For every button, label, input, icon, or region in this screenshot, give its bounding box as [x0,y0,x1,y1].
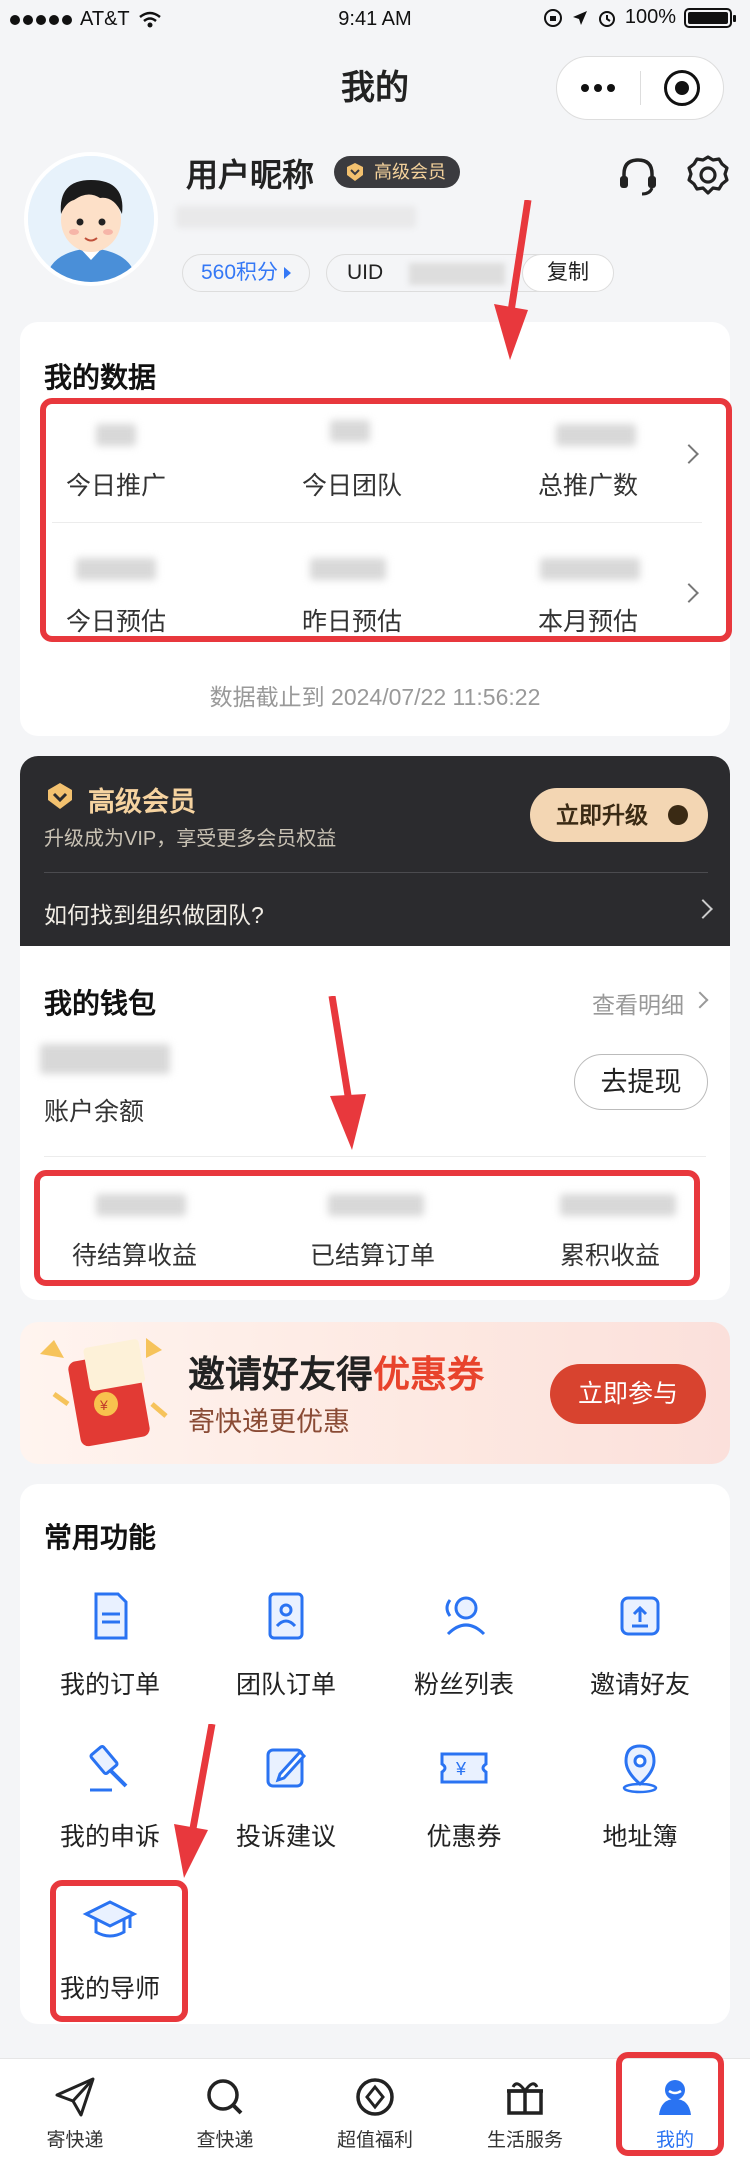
location-icon [622,1744,658,1794]
vip-title: 高级会员 [88,787,196,817]
join-now-button[interactable]: 立即参与 [550,1364,706,1424]
function-address-book[interactable]: 地址簿 [570,1740,710,1853]
upgrade-button[interactable]: 立即升级 [530,788,708,842]
invite-icon [620,1596,660,1636]
edit-icon [266,1748,307,1788]
functions-title: 常用功能 [44,1522,157,1553]
invite-title: 邀请好友得优惠券 [188,1354,484,1395]
coupon-icon: ¥ [440,1752,488,1784]
close-mini-program-icon[interactable] [641,70,724,106]
function-my-orders[interactable]: 我的订单 [40,1588,180,1701]
vip-crown-icon [347,163,363,181]
gift-icon [507,2082,543,2115]
status-bar: AT&T 9:41 AM 100% [0,0,750,40]
compass-icon [356,2078,394,2116]
send-icon [55,2077,95,2117]
function-coupons[interactable]: ¥ 优惠券 [394,1740,534,1853]
tab-send-express[interactable]: 寄快递 [0,2075,150,2152]
balance-label: 账户余额 [44,1098,145,1126]
battery-icon [684,7,736,28]
location-arrow-icon [572,10,587,25]
view-detail-link[interactable]: 查看明细 [592,986,684,1020]
invite-subtitle: 寄快递更优惠 [188,1407,350,1437]
red-envelope-icon: ¥ [40,1338,168,1447]
svg-text:¥: ¥ [99,1397,108,1413]
chevron-right-icon[interactable] [693,899,713,919]
wallet-title: 我的钱包 [44,988,157,1019]
avatar[interactable] [24,152,158,286]
mini-program-capsule [556,56,724,120]
annotation-arrow-icon [174,1724,216,1878]
tab-track-express[interactable]: 查快递 [150,2075,300,2152]
vip-subtitle: 升级成为VIP，享受更多会员权益 [44,828,337,850]
balance-amount-masked [40,1044,170,1074]
annotation-highlight-box [34,1170,700,1286]
annotation-highlight-box [40,398,732,642]
annotation-highlight-box [616,2052,724,2156]
function-invite-friends[interactable]: 邀请好友 [570,1588,710,1701]
fans-icon [445,1596,486,1636]
gavel-icon [89,1744,128,1792]
team-guide-link[interactable]: 如何找到组织做团队? [44,896,264,930]
annotation-arrow-icon [494,200,532,360]
settings-gear-icon[interactable] [684,152,732,200]
search-icon [207,2079,243,2115]
data-timestamp: 数据截止到 2024/07/22 11:56:22 [209,684,541,710]
lock-rotation-icon [543,8,562,27]
phone-number-masked [176,206,416,228]
vip-badge: 高级会员 [334,156,460,188]
function-team-orders[interactable]: 团队订单 [216,1588,356,1701]
tab-value-benefits[interactable]: 超值福利 [300,2075,450,2152]
function-complaints[interactable]: 投诉建议 [216,1740,356,1853]
annotation-highlight-box [50,1880,188,2022]
function-my-appeals[interactable]: 我的申诉 [40,1740,180,1853]
annotation-arrow-icon [328,996,366,1150]
more-menu-icon[interactable] [557,84,640,92]
svg-text:¥: ¥ [455,1759,467,1779]
tab-life-services[interactable]: 生活服务 [450,2075,600,2152]
arrow-right-icon [668,805,688,825]
invite-banner[interactable]: ¥ 邀请好友得优惠券 寄快递更优惠 立即参与 [20,1322,730,1464]
function-fans-list[interactable]: 粉丝列表 [394,1588,534,1701]
vip-upgrade-card: 高级会员 升级成为VIP，享受更多会员权益 立即升级 如何找到组织做团队? [20,756,730,946]
withdraw-button[interactable]: 去提现 [574,1054,708,1110]
customer-service-icon[interactable] [614,152,662,200]
order-doc-icon [94,1592,128,1640]
nickname: 用户昵称 [186,157,315,193]
vip-shield-icon [48,783,72,809]
alarm-icon [598,10,615,27]
points-button[interactable]: 560积分 [182,254,311,292]
battery-percent: 100% [624,6,676,28]
team-order-icon [268,1592,304,1640]
my-data-title: 我的数据 [44,362,157,393]
